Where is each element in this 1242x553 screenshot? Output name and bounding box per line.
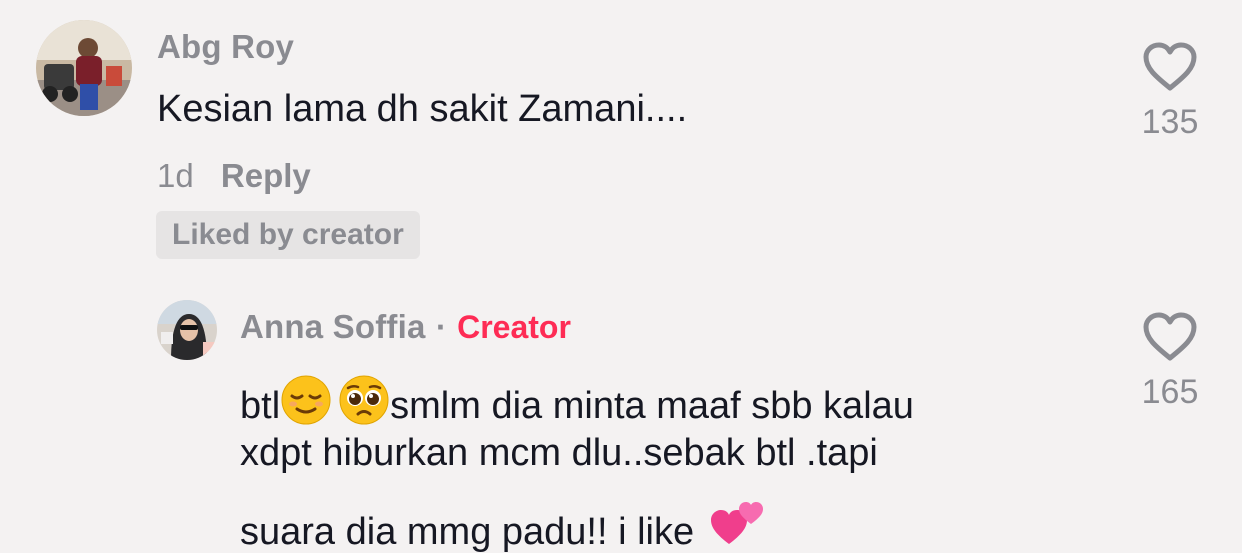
heart-outline-icon[interactable]: [1143, 42, 1197, 92]
comment-username[interactable]: Abg Roy: [157, 28, 294, 66]
reply-text-prefix: btl: [240, 385, 281, 427]
avatar[interactable]: [157, 300, 217, 360]
separator-dot: ·: [436, 309, 447, 345]
reply-username[interactable]: Anna Soffia: [240, 308, 426, 345]
pleading-face-icon: [339, 375, 389, 425]
reply-button[interactable]: Reply: [221, 157, 311, 194]
heart-outline-icon[interactable]: [1143, 312, 1197, 362]
avatar[interactable]: [36, 20, 132, 116]
two-hearts-icon: [710, 502, 763, 544]
liked-by-creator-badge: Liked by creator: [156, 211, 420, 259]
relieved-face-icon: [281, 375, 331, 425]
comment-text: Kesian lama dh sakit Zamani....: [157, 88, 688, 130]
reply-header: Anna Soffia · Creator: [240, 308, 571, 346]
reply-text-line-2: xdpt hiburkan mcm dlu..sebak btl .tapi: [240, 432, 878, 474]
reply-text-tail: suara dia mmg padu!! i like: [240, 511, 695, 553]
comment-timestamp: 1d: [157, 157, 194, 194]
comment-meta: 1d Reply: [157, 157, 311, 195]
reply-text-line-3: suara dia mmg padu!! i like: [240, 498, 765, 551]
like-count: 135: [1141, 103, 1199, 141]
creator-label: Creator: [457, 309, 571, 345]
reply-text-suffix: smlm dia minta maaf sbb kalau: [390, 385, 914, 427]
reply-text-line-1: btl smlm dia minta maaf sbb kalau: [240, 374, 914, 426]
like-count: 165: [1141, 373, 1199, 411]
